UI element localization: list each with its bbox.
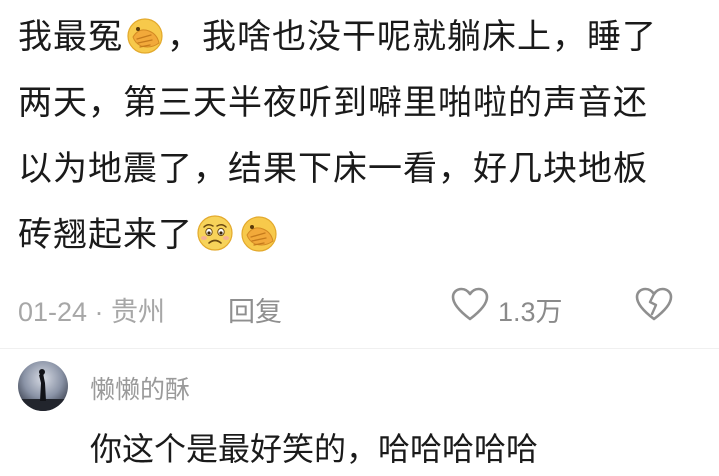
comment-date-location: 01-24 · 贵州 [18,297,166,327]
comment-body: 我最冤 ，我啥也没干呢就躺床上，睡了 两天，第三天半夜听到噼里啪啦的声音还 以为地… [18,4,708,268]
comment-text-segment: 我最冤 [18,17,123,57]
like-count: 1.3万 [498,297,563,327]
comment-line-3: 以为地震了，结果下床一看，好几块地板 [18,136,708,202]
reply-text: 你这个是最好笑的，哈哈哈哈哈 [90,430,539,468]
comment-line-1: 我最冤 ，我啥也没干呢就躺床上，睡了 [18,4,708,70]
facepalm-emoji-icon [241,216,277,252]
avatar-image [18,361,68,411]
heart-icon [451,287,489,321]
comment-line-2: 两天，第三天半夜听到噼里啪啦的声音还 [18,70,708,136]
comment-text-segment: ，我啥也没干呢就躺床上，睡了 [167,17,657,57]
reply-button[interactable]: 回复 [228,290,282,329]
comment-meta-row: 01-24 · 贵州 回复 1.3万 [18,284,708,328]
avatar[interactable] [18,361,68,411]
broken-heart-icon[interactable] [634,286,674,322]
reply-username[interactable]: 懒懒的酥 [90,370,190,406]
comment-text-segment: 两天，第三天半夜听到噼里啪啦的声音还 [18,83,648,123]
comment-text-segment: 以为地震了，结果下床一看，好几块地板 [18,149,648,189]
divider [0,348,719,349]
crying-sad-emoji-icon [197,215,233,251]
facepalm-emoji-icon [127,18,163,54]
comment-line-4: 砖翘起来了 [18,202,708,268]
comment-text-segment: 砖翘起来了 [18,215,193,255]
